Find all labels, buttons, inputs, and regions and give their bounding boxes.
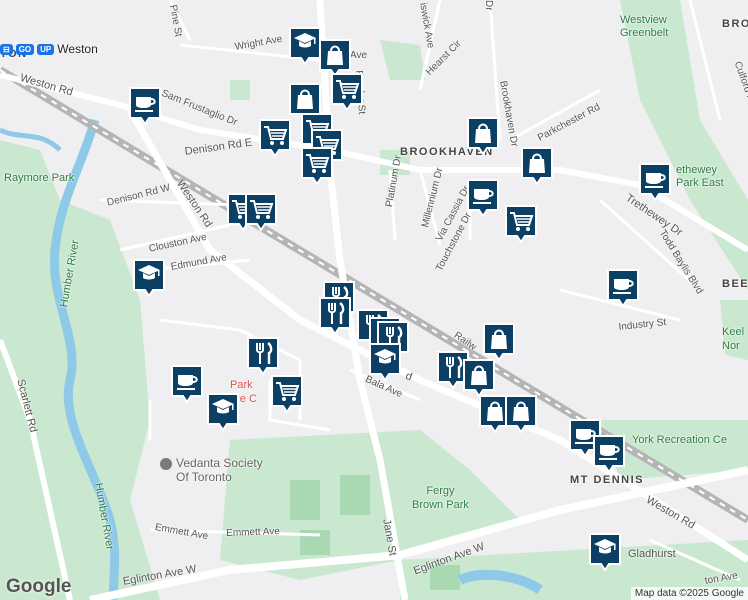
shopping-marker[interactable] <box>504 394 538 434</box>
school-marker[interactable] <box>288 26 322 66</box>
cafe-marker[interactable] <box>592 434 626 474</box>
area-label-trethewey-park-east: ethewey Park East <box>676 164 724 189</box>
up-express-icon: UP <box>37 43 55 55</box>
area-label-mt-dennis: MT DENNIS <box>570 474 644 486</box>
area-label-keel: Keel <box>722 326 745 338</box>
shopping-marker[interactable] <box>482 322 516 362</box>
area-label-york-recreation: York Recreation Ce <box>632 434 727 446</box>
road-label-brookhaven-dr-top: Dr <box>483 0 494 11</box>
shopping-marker[interactable] <box>466 116 500 156</box>
school-marker[interactable] <box>132 258 166 298</box>
map-attribution[interactable]: Map data ©2025 Google <box>630 587 748 600</box>
area-label-bee: BEE <box>722 278 748 290</box>
go-train-icon: GO <box>15 43 35 55</box>
cafe-marker[interactable] <box>170 364 204 404</box>
area-label-fergy-brown-park: Fergy Brown Park <box>412 485 469 511</box>
area-label-nor: Nor <box>722 340 740 352</box>
grocery-marker[interactable] <box>330 72 364 112</box>
restaurant-marker[interactable] <box>246 336 280 376</box>
google-logo: Google <box>6 576 72 597</box>
cafe-marker[interactable] <box>466 178 500 218</box>
road-label-emmett-ave-right: Emmett Ave <box>226 526 281 539</box>
grocery-marker[interactable] <box>244 192 278 232</box>
transit-station-label: Weston <box>57 42 98 56</box>
area-label-westview-greenbelt: Westview Greenbelt <box>620 14 669 39</box>
school-marker[interactable] <box>206 392 240 432</box>
shopping-marker[interactable] <box>462 358 496 398</box>
grocery-marker[interactable] <box>270 374 304 414</box>
subway-icon: ⊟ <box>0 43 13 55</box>
area-label-bro: BRO <box>722 18 748 30</box>
cafe-marker[interactable] <box>638 162 672 202</box>
area-label-gladhurst: Gladhurst <box>628 548 676 560</box>
shopping-marker[interactable] <box>520 146 554 186</box>
poi-pin-vedanta <box>160 458 172 470</box>
poi-label-vedanta-society: Vedanta Society Of Toronto <box>176 456 263 484</box>
road-label-fragment-ave: Ave <box>350 50 368 61</box>
grocery-marker[interactable] <box>504 204 538 244</box>
cafe-marker[interactable] <box>606 268 640 308</box>
transit-station-weston[interactable]: ⊟ GO UP Weston <box>0 42 98 56</box>
grocery-marker[interactable] <box>258 118 292 158</box>
cafe-marker[interactable] <box>128 86 162 126</box>
school-marker[interactable] <box>368 342 402 382</box>
map-canvas[interactable]: Wright Ave Pine St Weston Rd Sam Frustag… <box>0 0 748 600</box>
school-marker[interactable] <box>588 532 622 572</box>
restaurant-marker[interactable] <box>318 296 352 336</box>
area-label-raymore-park: Raymore Park <box>4 172 75 184</box>
grocery-marker[interactable] <box>300 146 334 186</box>
